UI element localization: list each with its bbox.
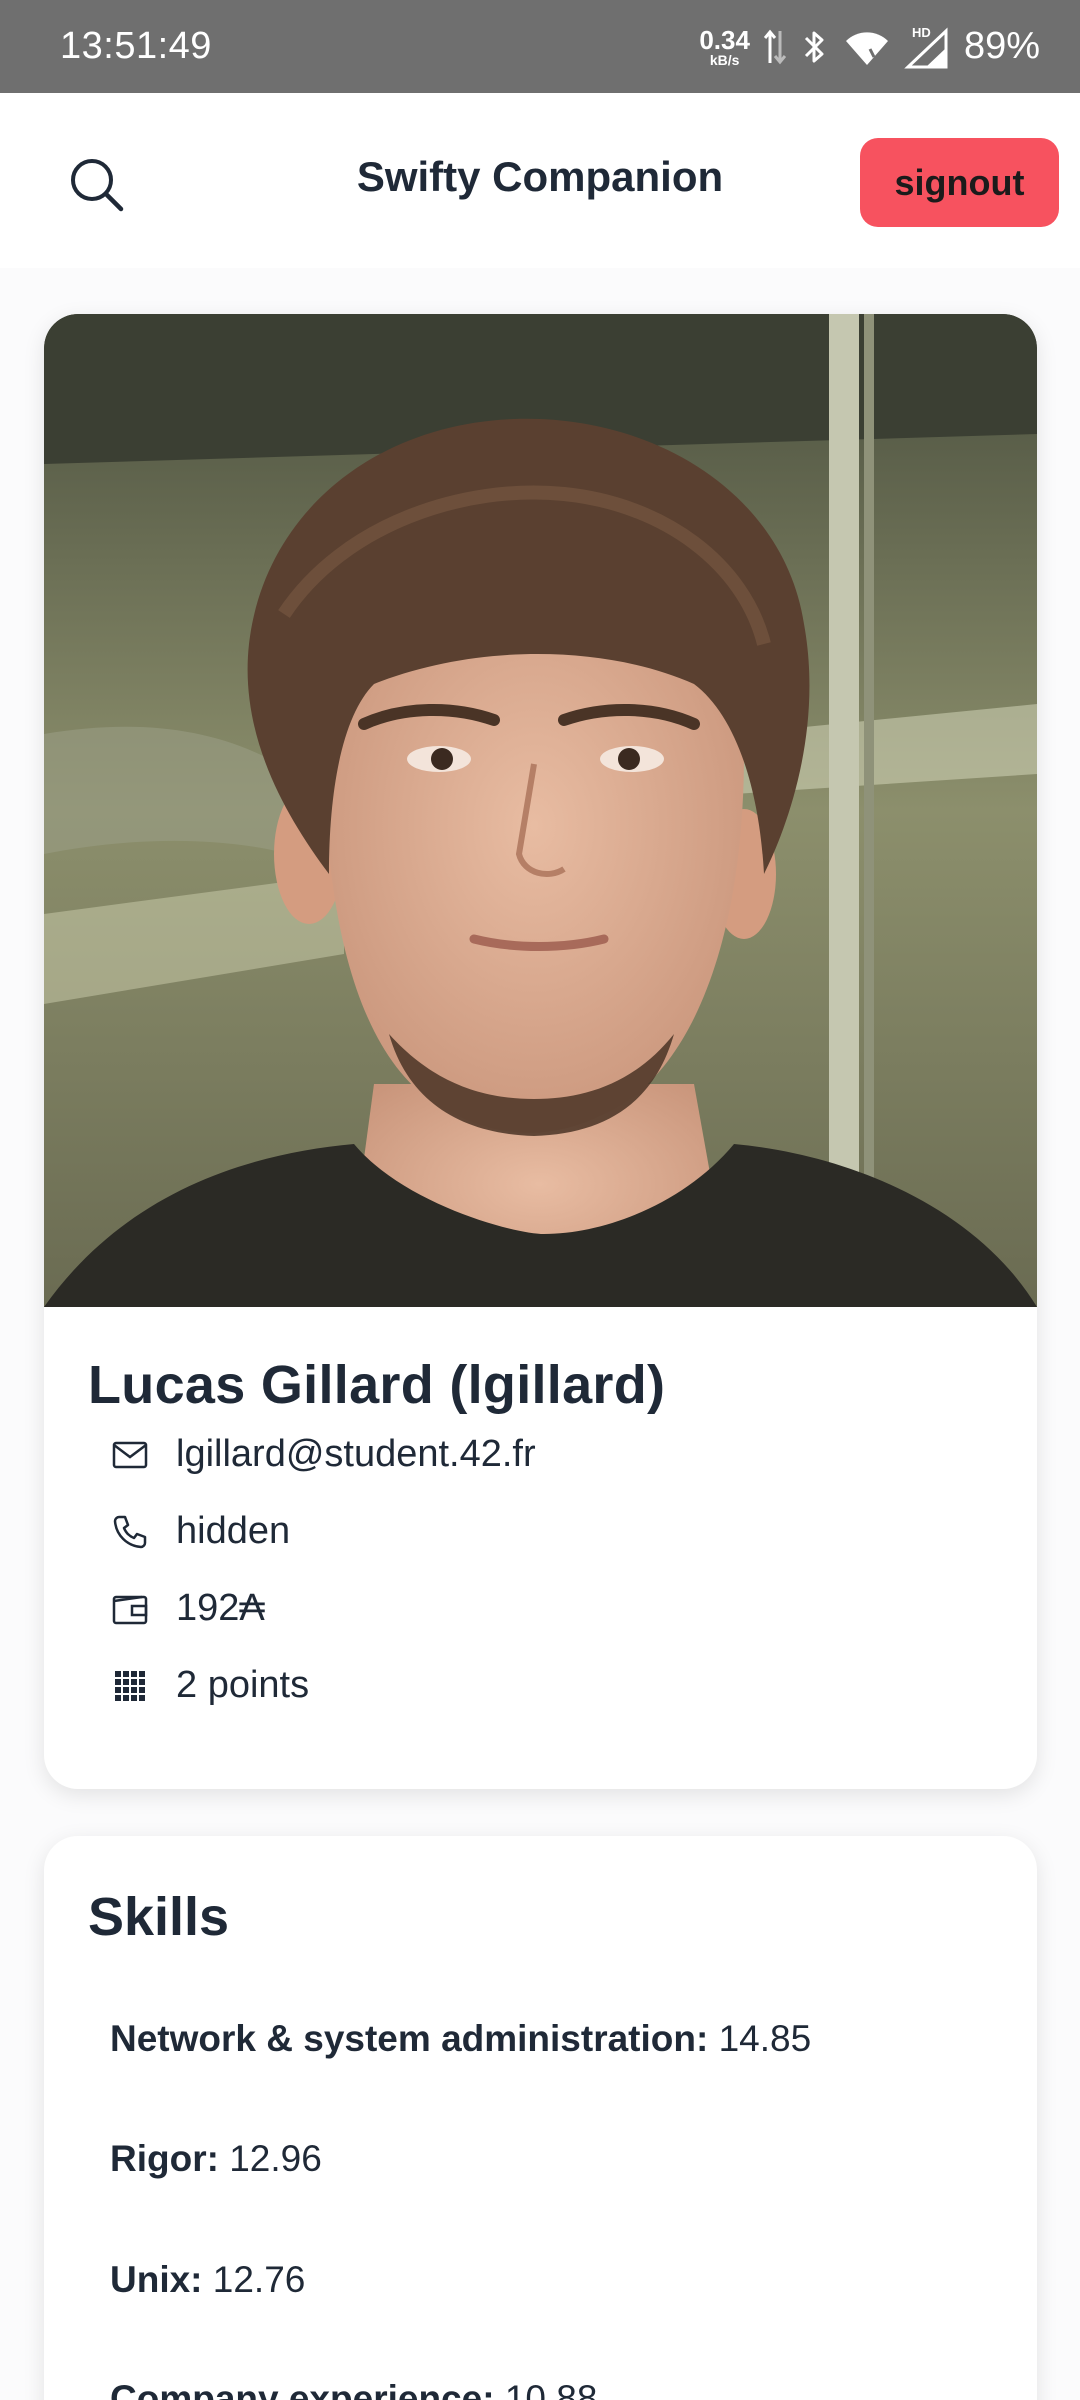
status-time: 13:51:49	[60, 25, 212, 67]
skill-value: 10.88	[504, 2378, 598, 2400]
grid-dots-icon	[110, 1666, 150, 1706]
app-header: Swifty Companion signout	[0, 93, 1080, 268]
skill-item: Network & system administration: 14.85	[110, 2018, 811, 2060]
signout-button[interactable]: signout	[860, 138, 1059, 227]
skill-name: Rigor:	[110, 2138, 219, 2179]
profile-info: Lucas Gillard (lgillard) lgillard@studen…	[88, 1354, 993, 1724]
profile-card: Lucas Gillard (lgillard) lgillard@studen…	[44, 314, 1037, 1789]
network-speed-unit: kB/s	[709, 51, 740, 68]
network-speed-value: 0.34	[699, 24, 750, 55]
battery-level: 89%	[963, 25, 1040, 67]
status-icons: 0.34 kB/s HD 89%	[699, 25, 1040, 69]
points-text: 2 points	[176, 1664, 310, 1706]
skill-value: 12.96	[229, 2138, 322, 2179]
hd-label: HD	[912, 25, 931, 40]
email-row: lgillard@student.42.fr	[88, 1416, 993, 1493]
skills-card: Skills Network & system administration: …	[44, 1836, 1037, 2400]
email-text: lgillard@student.42.fr	[176, 1433, 536, 1475]
skill-item: Company experience: 10.88	[110, 2378, 597, 2400]
cellular-signal-icon: HD	[904, 25, 950, 69]
skills-title: Skills	[88, 1887, 230, 1947]
skill-item: Rigor: 12.96	[110, 2138, 322, 2180]
skill-item: Unix: 12.76	[110, 2259, 305, 2301]
phone-text: hidden	[176, 1510, 291, 1552]
phone-icon	[110, 1512, 150, 1552]
profile-name: Lucas Gillard (lgillard)	[88, 1355, 666, 1415]
mail-icon	[110, 1435, 150, 1475]
data-arrows-icon	[763, 27, 786, 67]
wallet-icon	[110, 1589, 150, 1629]
status-bar: 13:51:49 0.34 kB/s HD 89%	[0, 0, 1080, 93]
skill-name: Network & system administration:	[110, 2018, 709, 2059]
skill-name: Unix:	[110, 2259, 203, 2300]
screen: 13:51:49 0.34 kB/s HD 89% Swifty Compani…	[0, 0, 1080, 2400]
network-speed: 0.34 kB/s	[699, 27, 750, 67]
skill-name: Company experience:	[110, 2378, 495, 2400]
wallet-text: 192₳	[176, 1587, 265, 1629]
wifi-icon	[844, 27, 890, 67]
skill-value: 12.76	[212, 2259, 306, 2300]
wallet-row: 192₳	[88, 1570, 993, 1647]
profile-photo	[44, 314, 1037, 1307]
points-row: 2 points	[88, 1647, 993, 1724]
skill-value: 14.85	[718, 2018, 812, 2059]
bluetooth-icon	[800, 27, 830, 67]
phone-row: hidden	[88, 1493, 993, 1570]
